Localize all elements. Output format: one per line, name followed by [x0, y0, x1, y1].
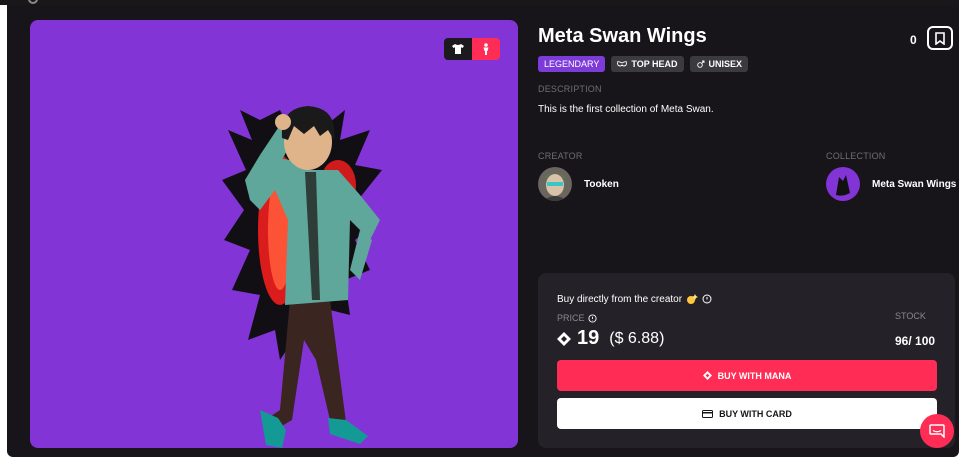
price-value: 19 [577, 327, 600, 349]
price-display: 19 ($ 6.88) [557, 327, 664, 350]
item-description: This is the first collection of Meta Swa… [538, 104, 714, 115]
like-count: 0 [910, 33, 917, 47]
buy-direct-text: Buy directly from the creator [557, 293, 683, 305]
collection-thumbnail [826, 167, 860, 201]
buy-with-mana-label: BUY WITH MANA [717, 370, 792, 381]
collection-link[interactable]: Meta Swan Wings [826, 167, 956, 201]
person-icon[interactable] [472, 38, 500, 60]
preview-mode-toggle [444, 38, 500, 60]
credit-card-icon [702, 409, 714, 418]
collection-name: Meta Swan Wings [872, 178, 957, 190]
item-preview [30, 20, 518, 448]
item-detail-panel: Meta Swan Wings 0 LEGENDARY TOP HEAD UNI… [7, 5, 959, 457]
info-icon[interactable] [587, 313, 597, 323]
unisex-icon [696, 60, 704, 68]
mask-icon [617, 61, 628, 67]
chat-button[interactable] [920, 414, 954, 448]
item-title: Meta Swan Wings [538, 25, 707, 47]
chat-icon [929, 424, 945, 438]
price-label: PRICE [557, 313, 585, 323]
rarity-badge: LEGENDARY [538, 56, 606, 72]
stock-label: STOCK [895, 311, 926, 321]
buy-direct-note: Buy directly from the creator [557, 293, 712, 305]
buy-with-card-label: BUY WITH CARD [719, 408, 792, 419]
gender-label: UNISEX [708, 59, 743, 69]
gender-badge: UNISEX [689, 56, 749, 72]
stock-value: 96/ 100 [895, 334, 936, 348]
bookmark-button[interactable] [927, 26, 953, 50]
top-bar-icon [28, 0, 38, 4]
collection-label: COLLECTION [826, 151, 886, 161]
description-label: DESCRIPTION [538, 84, 602, 94]
price-usd: ($ 6.88) [609, 329, 665, 347]
buy-with-card-button[interactable]: BUY WITH CARD [557, 398, 937, 429]
category-label: TOP HEAD [631, 59, 678, 69]
info-icon[interactable] [702, 294, 712, 304]
bookmark-icon [935, 31, 945, 45]
category-badge: TOP HEAD [611, 56, 684, 72]
creator-avatar [538, 167, 572, 201]
avatar-wearable-preview [222, 106, 382, 448]
creator-name: Tooken [584, 178, 619, 190]
purchase-card: Buy directly from the creator PRICE STOC… [538, 273, 955, 448]
buy-with-mana-button[interactable]: BUY WITH MANA [557, 360, 937, 391]
item-tags: LEGENDARY TOP HEAD UNISEX [538, 56, 749, 72]
price-label-row: PRICE [557, 313, 597, 323]
shirt-icon[interactable] [444, 38, 472, 60]
sparkle-icon [687, 294, 699, 304]
mana-diamond-icon [702, 371, 712, 380]
creator-link[interactable]: Tooken [538, 167, 619, 201]
creator-label: CREATOR [538, 151, 583, 161]
mana-diamond-icon [557, 331, 571, 346]
